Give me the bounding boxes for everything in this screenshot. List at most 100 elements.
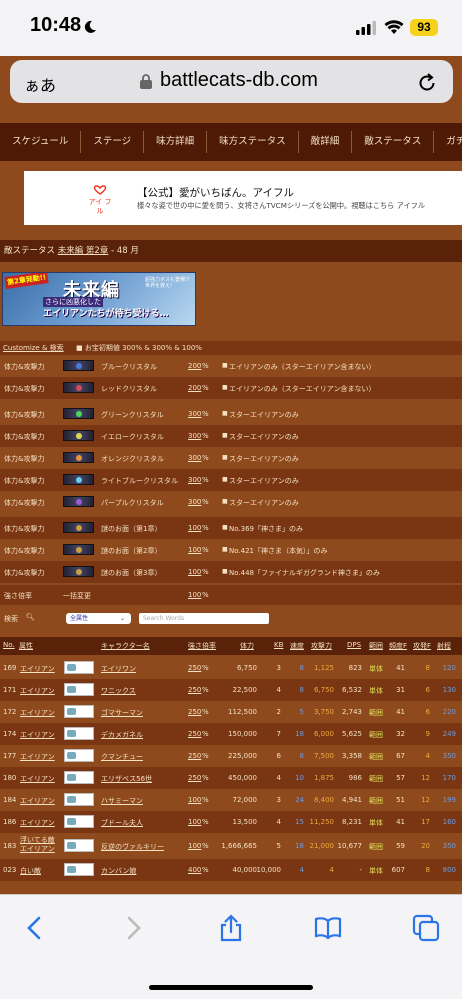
enemy-hp: 72,000 [232, 796, 258, 804]
treasure-percent[interactable]: 100 [188, 524, 201, 532]
treasure-percent[interactable]: 300 [188, 410, 201, 418]
enemy-name[interactable]: ワニックス [101, 686, 136, 696]
header-hp[interactable]: 体力 [240, 641, 254, 651]
header-dps[interactable]: DPS [347, 641, 361, 649]
enemy-multiplier[interactable]: 400 [188, 866, 201, 874]
enemy-frequency: 41 [396, 664, 405, 672]
enemy-thumbnail[interactable] [64, 793, 94, 806]
enemy-name[interactable]: デカメガネル [101, 730, 143, 740]
enemy-name[interactable]: カンバン娘 [101, 866, 136, 876]
enemy-name[interactable]: エリザベス56世 [101, 774, 152, 784]
back-icon[interactable] [20, 913, 50, 943]
strength-name[interactable]: 一括変更 [63, 591, 91, 601]
header-atk[interactable]: 攻撃力 [311, 641, 332, 651]
customize-row: Customize & 検索 ■ お宝初期値 300% & 300% & 100… [0, 341, 462, 355]
enemy-no: 023 [3, 866, 17, 874]
header-range2[interactable]: 射程 [437, 641, 451, 651]
nav-item-6[interactable]: ガチャ [434, 131, 462, 153]
enemy-attribute[interactable]: エイリアン [20, 686, 55, 696]
attribute-select[interactable]: 全属性 ⌄ [66, 613, 131, 624]
header-no[interactable]: No. [3, 641, 15, 649]
enemy-multiplier[interactable]: 250 [188, 708, 201, 716]
enemy-attribute[interactable]: エイリアン [20, 730, 55, 740]
treasure-percent[interactable]: 300 [188, 432, 201, 440]
enemy-multiplier[interactable]: 250 [188, 664, 201, 672]
enemy-thumbnail[interactable] [64, 771, 94, 784]
customize-link[interactable]: Customize & 検索 [3, 341, 64, 355]
header-name[interactable]: キャラクター名 [101, 641, 150, 651]
treasure-percent[interactable]: 300 [188, 476, 201, 484]
share-icon[interactable] [216, 913, 246, 943]
enemy-multiplier[interactable]: 250 [188, 730, 201, 738]
enemy-attribute[interactable]: エイリアン [20, 708, 55, 718]
chapter-banner[interactable]: 第2章発動!! 未来編 超強力ボスも登場!? 世界を救え! さらに凶悪化した エ… [2, 272, 196, 326]
enemy-multiplier[interactable]: 250 [188, 752, 201, 760]
treasure-label: 体力&攻撃力 [4, 499, 45, 507]
enemy-attribute[interactable]: 浮いてる敵 エイリアン [20, 836, 60, 854]
reader-settings-button[interactable]: ぁあ [24, 72, 56, 96]
ad-banner[interactable]: アイ フル 【公式】愛がいちばん。アイフル 様々な姿で世の中に愛を問う、女将さん… [24, 171, 462, 225]
enemy-multiplier[interactable]: 100 [188, 842, 201, 850]
enemy-name[interactable]: 反逆のヴァルキリー [101, 842, 164, 852]
enemy-multiplier[interactable]: 100 [188, 818, 201, 826]
enemy-thumbnail[interactable] [64, 683, 94, 696]
enemy-attribute[interactable]: エイリアン [20, 752, 55, 762]
header-atkf[interactable]: 攻発F [413, 641, 431, 651]
enemy-thumbnail[interactable] [64, 749, 94, 762]
enemy-attribute[interactable]: エイリアン [20, 818, 55, 828]
enemy-thumbnail[interactable] [64, 839, 94, 852]
search-input[interactable]: Search Words [139, 613, 269, 624]
url-text[interactable]: battlecats-db.com [160, 69, 318, 92]
forward-icon[interactable] [118, 913, 148, 943]
bookmarks-icon[interactable] [313, 913, 343, 943]
enemy-speed: 15 [295, 818, 304, 826]
enemy-name[interactable]: ハサミーマン [101, 796, 143, 806]
enemy-name[interactable]: ゴマサーマン [101, 708, 143, 718]
treasure-percent[interactable]: 100 [188, 568, 201, 576]
enemy-attribute[interactable]: 白い敵 [20, 866, 41, 876]
ad-title[interactable]: 【公式】愛がいちばん。アイフル [137, 185, 294, 200]
reload-icon[interactable] [417, 71, 437, 93]
enemy-multiplier[interactable]: 100 [188, 796, 201, 804]
enemy-thumbnail[interactable] [64, 815, 94, 828]
enemy-attack-frame: 9 [425, 730, 430, 738]
enemy-multiplier[interactable]: 250 [188, 774, 201, 782]
nav-item-1[interactable]: ステージ [81, 131, 145, 153]
header-range[interactable]: 範囲 [369, 641, 383, 651]
enemy-thumbnail[interactable] [64, 727, 94, 740]
enemy-name[interactable]: ブドール夫人 [101, 818, 143, 828]
treasure-percent[interactable]: 100 [188, 546, 201, 554]
enemy-name[interactable]: エイリワン [101, 664, 136, 674]
nav-item-3[interactable]: 味方ステータス [207, 131, 299, 153]
crystal-icon [63, 522, 94, 533]
treasure-percent[interactable]: 300 [188, 454, 201, 462]
treasure-row: 体力&攻撃力 謎のお面（第2章） 100% ■ No.421「神さま（本気）」のみ [0, 539, 462, 561]
enemy-frequency: 41 [396, 708, 405, 716]
breadcrumb-link[interactable]: 未来編 第2章 [58, 246, 109, 256]
nav-item-4[interactable]: 敵詳細 [299, 131, 353, 153]
enemy-multiplier[interactable]: 250 [188, 686, 201, 694]
enemy-attribute[interactable]: エイリアン [20, 796, 55, 806]
enemy-thumbnail[interactable] [64, 705, 94, 718]
tabs-icon[interactable] [411, 913, 441, 943]
nav-item-2[interactable]: 味方詳細 [144, 131, 208, 153]
nav-item-0[interactable]: スケジュール [0, 131, 82, 153]
strength-percent[interactable]: 100 [188, 591, 201, 599]
enemy-thumbnail[interactable] [64, 863, 94, 876]
enemy-attribute[interactable]: エイリアン [20, 664, 55, 674]
header-attr[interactable]: 属性 [19, 641, 33, 651]
treasure-percent[interactable]: 300 [188, 498, 201, 506]
enemy-thumbnail[interactable] [64, 661, 94, 674]
enemy-attack: 6,000 [313, 730, 334, 738]
enemy-name[interactable]: クマンチュー [101, 752, 143, 762]
treasure-percent[interactable]: 200 [188, 362, 201, 370]
header-kb[interactable]: KB [274, 641, 283, 649]
nav-item-5[interactable]: 敵ステータス [352, 131, 435, 153]
header-speed[interactable]: 速度 [290, 641, 304, 651]
enemy-attribute[interactable]: エイリアン [20, 774, 55, 784]
header-mult[interactable]: 強さ倍率 [188, 641, 216, 651]
address-bar[interactable]: ぁあ battlecats-db.com [10, 60, 453, 103]
crystal-icon [63, 382, 94, 393]
treasure-percent[interactable]: 200 [188, 384, 201, 392]
header-freq[interactable]: 頻度F [389, 641, 407, 651]
